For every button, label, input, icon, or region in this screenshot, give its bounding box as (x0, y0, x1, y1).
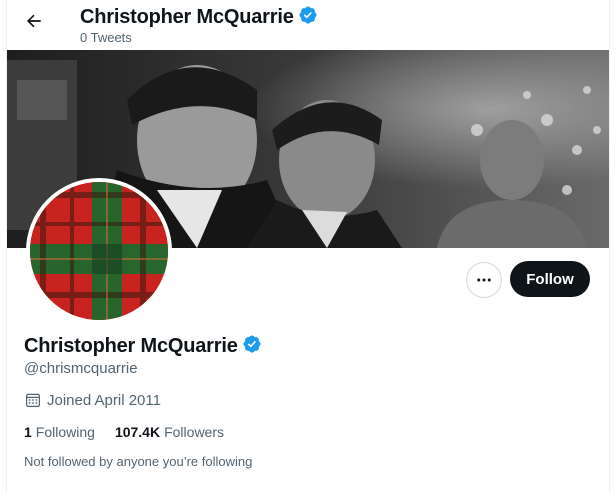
followers-label: Followers (164, 424, 224, 440)
tartan-avatar-image (30, 182, 168, 320)
follow-stats: 1 Following 107.4K Followers (24, 424, 224, 440)
profile-handle: @chrismcquarrie (24, 360, 138, 377)
arrow-left-icon (26, 14, 41, 28)
more-options-button[interactable] (466, 262, 502, 298)
joined-date-row: Joined April 2011 (24, 391, 161, 409)
more-horizontal-icon (477, 278, 491, 282)
header-display-name: Christopher McQuarrie (80, 6, 294, 28)
followers-link[interactable]: 107.4K Followers (115, 424, 224, 440)
right-border (609, 0, 610, 493)
avatar[interactable] (26, 178, 172, 324)
following-label: Following (35, 424, 95, 440)
following-link[interactable]: 1 Following (24, 424, 95, 440)
profile-name-row: Christopher McQuarrie (24, 334, 262, 359)
header-name-row: Christopher McQuarrie (80, 5, 318, 30)
calendar-icon (24, 391, 42, 409)
joined-date-text: Joined April 2011 (47, 391, 161, 409)
verified-badge-icon (298, 5, 318, 30)
tweet-count: 0 Tweets (80, 30, 132, 45)
profile-display-name: Christopher McQuarrie (24, 335, 238, 357)
followers-count: 107.4K (114, 424, 161, 440)
follow-button[interactable]: Follow (510, 261, 590, 297)
back-button[interactable] (21, 8, 47, 34)
following-count: 1 (24, 424, 32, 440)
verified-badge-icon (242, 334, 262, 359)
profile-header-bar: Christopher McQuarrie 0 Tweets (7, 0, 609, 50)
not-followed-notice: Not followed by anyone you’re following (24, 454, 253, 469)
